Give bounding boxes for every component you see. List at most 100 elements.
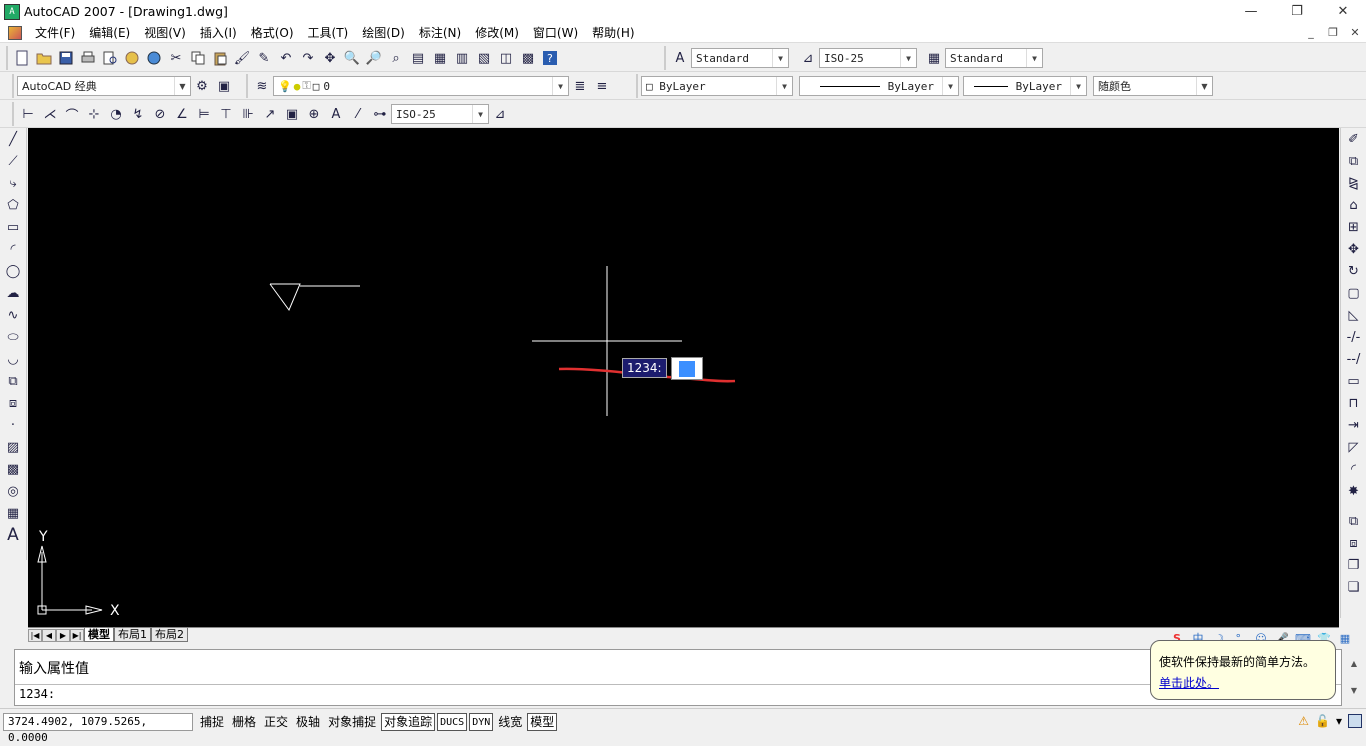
color-select[interactable]: □ ByLayer ▼	[641, 76, 793, 96]
gradient-icon[interactable]: ▩	[2, 458, 24, 480]
redo-icon[interactable]: ↷	[297, 47, 319, 69]
menu-modify[interactable]: 修改(M)	[468, 24, 526, 41]
multiline-text-icon[interactable]: A	[2, 524, 24, 546]
arc-length-icon[interactable]: ⌒	[61, 103, 83, 125]
dynamic-input-field[interactable]	[671, 357, 703, 380]
polygon-icon[interactable]: ⬠	[2, 194, 24, 216]
copy-icon[interactable]	[187, 47, 209, 69]
join-icon[interactable]: ⇥	[1343, 414, 1365, 436]
spline-icon[interactable]: ∿	[2, 304, 24, 326]
markup-icon[interactable]: ◫	[495, 47, 517, 69]
tab-layout2[interactable]: 布局2	[151, 628, 188, 642]
move-icon[interactable]: ✥	[1343, 238, 1365, 260]
properties-icon[interactable]: ▤	[407, 47, 429, 69]
dim-style-select[interactable]: ISO-25 ▼	[819, 48, 917, 68]
prev-tab-icon[interactable]: ◀	[42, 628, 56, 642]
minimize-button[interactable]: —	[1228, 0, 1274, 23]
dimension-style-select[interactable]: ISO-25 ▼	[391, 104, 489, 124]
next-tab-icon[interactable]: ▶	[56, 628, 70, 642]
document-menu-icon[interactable]	[8, 25, 22, 40]
new-file-icon[interactable]	[11, 47, 33, 69]
menu-dimension[interactable]: 标注(N)	[412, 24, 468, 41]
calculator-icon[interactable]: ▩	[517, 47, 539, 69]
my-workspace-icon[interactable]: ▣	[213, 75, 235, 97]
menu-file[interactable]: 文件(F)	[28, 24, 82, 41]
baseline-dimension-icon[interactable]: ⊤	[215, 103, 237, 125]
arc-icon[interactable]: ◜	[2, 238, 24, 260]
table-style-select[interactable]: Standard ▼	[945, 48, 1043, 68]
quick-leader-icon[interactable]: ↗	[259, 103, 281, 125]
erase-icon[interactable]: ✐	[1343, 128, 1365, 150]
last-tab-icon[interactable]: ▶|	[70, 628, 84, 642]
zoom-realtime-icon[interactable]: 🔍	[341, 47, 363, 69]
tab-model[interactable]: 模型	[84, 628, 114, 642]
menu-help[interactable]: 帮助(H)	[585, 24, 641, 41]
doc-restore-button[interactable]: ❐	[1322, 23, 1344, 43]
osnap-toggle[interactable]: 对象捕捉	[325, 713, 379, 731]
mirror-icon[interactable]: ⧎	[1343, 172, 1365, 194]
doc-minimize-button[interactable]: _	[1300, 23, 1322, 43]
grid-toggle[interactable]: 栅格	[229, 713, 259, 731]
lineweight-select[interactable]: ByLayer ▼	[963, 76, 1087, 96]
dimension-update-icon[interactable]: ⊶	[369, 103, 391, 125]
text-style-icon[interactable]: A	[669, 47, 691, 69]
tool-palettes-icon[interactable]: ▥	[451, 47, 473, 69]
continue-dimension-icon[interactable]: ⊪	[237, 103, 259, 125]
doc-close-button[interactable]: ✕	[1344, 23, 1366, 43]
revision-cloud-icon[interactable]: ☁	[2, 282, 24, 304]
dimension-edit-icon[interactable]: A	[325, 103, 347, 125]
menu-edit[interactable]: 编辑(E)	[82, 24, 137, 41]
lineweight-toggle[interactable]: 线宽	[495, 713, 525, 731]
point-icon[interactable]: ·	[2, 414, 24, 436]
ordinate-dimension-icon[interactable]: ⊹	[83, 103, 105, 125]
stretch-icon[interactable]: ◺	[1343, 304, 1365, 326]
coordinate-readout[interactable]: 3724.4902, 1079.5265, 0.0000	[3, 712, 193, 744]
make-block-icon[interactable]: ⧈	[2, 392, 24, 414]
menu-draw[interactable]: 绘图(D)	[355, 24, 412, 41]
first-tab-icon[interactable]: |◀	[28, 628, 42, 642]
send-under-icon[interactable]: ❏	[1343, 576, 1365, 598]
linear-dimension-icon[interactable]: ⊢	[17, 103, 39, 125]
design-center-icon[interactable]: ▦	[429, 47, 451, 69]
block-editor-icon[interactable]: ✎	[253, 47, 275, 69]
fillet-icon[interactable]: ◜	[1343, 458, 1365, 480]
warning-icon[interactable]: ⚠	[1298, 714, 1309, 728]
command-scrollbar[interactable]: ▲ ▼	[1342, 649, 1366, 706]
publish-icon[interactable]	[121, 47, 143, 69]
rotate-icon[interactable]: ↻	[1343, 260, 1365, 282]
workspace-select[interactable]: AutoCAD 经典 ▼	[17, 76, 191, 96]
menu-insert[interactable]: 插入(I)	[193, 24, 244, 41]
layer-select[interactable]: 💡 ● ⚿ □ 0 ▼	[273, 76, 569, 96]
match-properties-icon[interactable]: 🖌	[231, 47, 253, 69]
dimension-text-edit-icon[interactable]: ⁄	[347, 103, 369, 125]
menu-view[interactable]: 视图(V)	[137, 24, 193, 41]
open-file-icon[interactable]	[33, 47, 55, 69]
model-toggle[interactable]: 模型	[527, 712, 558, 731]
polar-toggle[interactable]: 极轴	[293, 713, 323, 731]
copy-object-icon[interactable]: ⧉	[1343, 150, 1365, 172]
region-icon[interactable]: ◎	[2, 480, 24, 502]
ducs-toggle[interactable]: DUCS	[437, 712, 468, 731]
center-mark-icon[interactable]: ⊕	[303, 103, 325, 125]
menu-format[interactable]: 格式(O)	[244, 24, 301, 41]
ellipse-icon[interactable]: ⬭	[2, 326, 24, 348]
otrack-toggle[interactable]: 对象追踪	[381, 712, 436, 731]
ellipse-arc-icon[interactable]: ◡	[2, 348, 24, 370]
command-input[interactable]: 1234:	[15, 684, 1341, 702]
table-style-icon[interactable]: ▦	[923, 47, 945, 69]
scroll-down-icon[interactable]: ▼	[1342, 668, 1366, 695]
sheet-set-icon[interactable]: ▧	[473, 47, 495, 69]
layer-manager-icon[interactable]: ≋	[251, 75, 273, 97]
angular-dimension-icon[interactable]: ∠	[171, 103, 193, 125]
print-icon[interactable]	[77, 47, 99, 69]
table-icon[interactable]: ▦	[2, 502, 24, 524]
diameter-dimension-icon[interactable]: ⊘	[149, 103, 171, 125]
clean-screen-icon[interactable]	[1348, 714, 1362, 728]
offset-icon[interactable]: ⌂	[1343, 194, 1365, 216]
lock-icon[interactable]: 🔓	[1315, 714, 1330, 728]
line-icon[interactable]: ╱	[2, 128, 24, 150]
trim-icon[interactable]: -/-	[1343, 326, 1365, 348]
construction-line-icon[interactable]: ⟋	[2, 150, 24, 172]
autocad-app-icon[interactable]: A	[4, 3, 20, 20]
close-button[interactable]: ✕	[1320, 0, 1366, 23]
